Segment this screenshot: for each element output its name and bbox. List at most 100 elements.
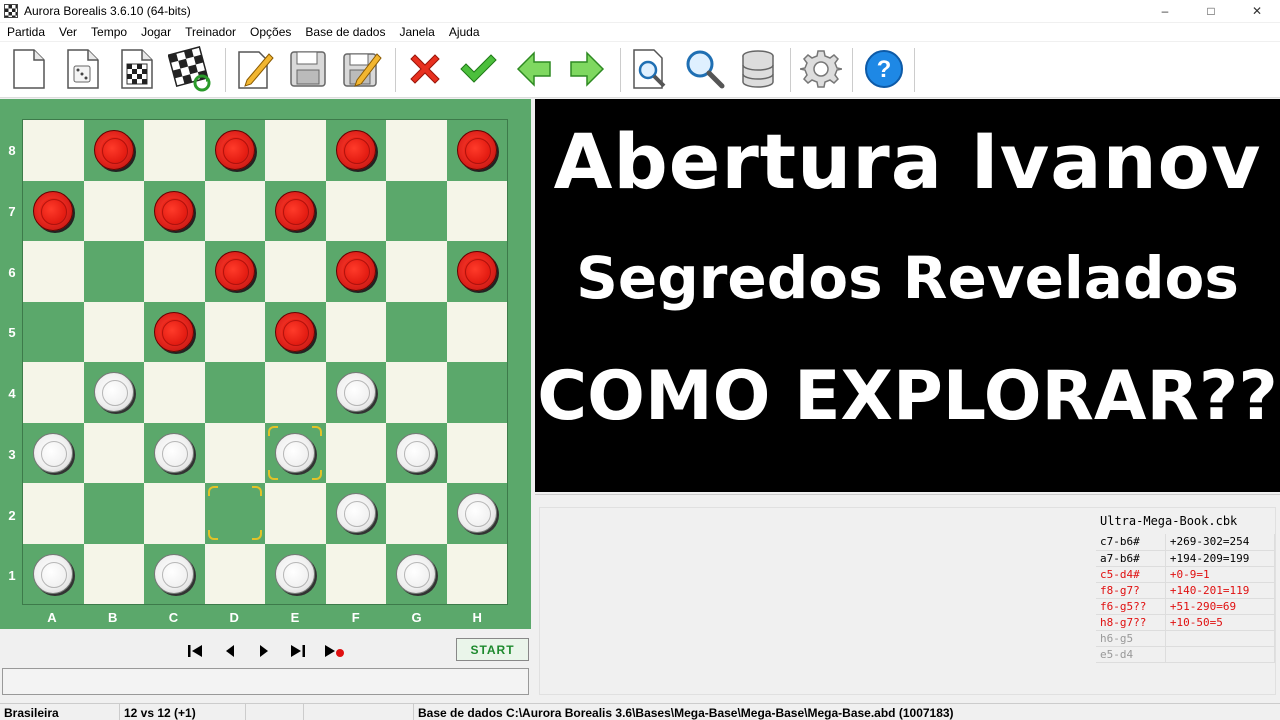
book-row[interactable]: f8-g7? +140-201=119 [1096, 582, 1276, 599]
square-d3[interactable] [204, 422, 265, 483]
book-row[interactable]: h6-g5 [1096, 630, 1276, 647]
red-piece-c7[interactable] [154, 190, 195, 231]
square-c2[interactable] [144, 483, 205, 544]
save-as-button[interactable] [340, 46, 384, 92]
square-h3[interactable] [446, 422, 507, 483]
red-piece-h8[interactable] [456, 130, 497, 171]
square-b8[interactable] [83, 120, 144, 181]
menu-jogar[interactable]: Jogar [134, 25, 178, 39]
white-piece-c1[interactable] [154, 553, 195, 594]
new-document-button[interactable] [6, 46, 50, 92]
square-a4[interactable] [23, 362, 84, 423]
save-button[interactable] [286, 46, 330, 92]
square-d2[interactable] [204, 483, 265, 544]
book-row[interactable]: h8-g7?? +10-50=5 [1096, 614, 1276, 631]
white-piece-a3[interactable] [33, 432, 74, 473]
square-f4[interactable] [325, 362, 386, 423]
square-b2[interactable] [83, 483, 144, 544]
white-piece-b4[interactable] [93, 372, 134, 413]
square-d6[interactable] [204, 241, 265, 302]
square-b5[interactable] [83, 301, 144, 362]
square-f5[interactable] [325, 301, 386, 362]
square-h4[interactable] [446, 362, 507, 423]
red-piece-e7[interactable] [275, 190, 316, 231]
red-piece-a7[interactable] [33, 190, 74, 231]
menu-ajuda[interactable]: Ajuda [442, 25, 487, 39]
square-a5[interactable] [23, 301, 84, 362]
red-piece-f6[interactable] [335, 251, 376, 292]
square-d4[interactable] [204, 362, 265, 423]
square-g6[interactable] [386, 241, 447, 302]
square-g4[interactable] [386, 362, 447, 423]
edit-button[interactable] [233, 46, 277, 92]
square-a3[interactable] [23, 422, 84, 483]
red-piece-c5[interactable] [154, 311, 195, 352]
red-piece-d6[interactable] [214, 251, 255, 292]
comment-field[interactable] [2, 668, 529, 695]
square-c1[interactable] [144, 543, 205, 604]
random-position-button[interactable] [60, 46, 104, 92]
start-button[interactable]: START [456, 638, 529, 661]
square-f1[interactable] [325, 543, 386, 604]
book-row[interactable]: a7-b6# +194-209=199 [1096, 550, 1276, 567]
square-f3[interactable] [325, 422, 386, 483]
square-a7[interactable] [23, 180, 84, 241]
square-d8[interactable] [204, 120, 265, 181]
menu-treinador[interactable]: Treinador [178, 25, 243, 39]
last-move-button[interactable] [287, 640, 309, 662]
square-c6[interactable] [144, 241, 205, 302]
square-g3[interactable] [386, 422, 447, 483]
square-h6[interactable] [446, 241, 507, 302]
square-b4[interactable] [83, 362, 144, 423]
white-piece-h2[interactable] [456, 493, 497, 534]
square-b6[interactable] [83, 241, 144, 302]
square-h2[interactable] [446, 483, 507, 544]
red-piece-b8[interactable] [93, 130, 134, 171]
maximize-button[interactable]: □ [1188, 0, 1234, 22]
square-e8[interactable] [265, 120, 326, 181]
square-d7[interactable] [204, 180, 265, 241]
white-piece-c3[interactable] [154, 432, 195, 473]
book-row[interactable]: e5-d4 [1096, 646, 1276, 663]
square-e4[interactable] [265, 362, 326, 423]
square-h7[interactable] [446, 180, 507, 241]
square-g7[interactable] [386, 180, 447, 241]
book-row[interactable]: f6-g5?? +51-290=69 [1096, 598, 1276, 615]
square-e5[interactable] [265, 301, 326, 362]
menu-opcoes[interactable]: Opções [243, 25, 298, 39]
white-piece-g3[interactable] [396, 432, 437, 473]
square-a2[interactable] [23, 483, 84, 544]
minimize-button[interactable]: – [1142, 0, 1188, 22]
square-a1[interactable] [23, 543, 84, 604]
square-g1[interactable] [386, 543, 447, 604]
help-button[interactable]: ? [862, 46, 906, 92]
square-e6[interactable] [265, 241, 326, 302]
menu-ver[interactable]: Ver [52, 25, 84, 39]
square-e2[interactable] [265, 483, 326, 544]
square-b3[interactable] [83, 422, 144, 483]
close-button[interactable]: ✕ [1234, 0, 1280, 22]
square-d5[interactable] [204, 301, 265, 362]
square-c8[interactable] [144, 120, 205, 181]
red-piece-f8[interactable] [335, 130, 376, 171]
settings-button[interactable] [799, 46, 843, 92]
next-move-button[interactable] [253, 640, 275, 662]
square-c4[interactable] [144, 362, 205, 423]
menu-partida[interactable]: Partida [0, 25, 52, 39]
square-a8[interactable] [23, 120, 84, 181]
square-e7[interactable] [265, 180, 326, 241]
red-piece-d8[interactable] [214, 130, 255, 171]
square-g8[interactable] [386, 120, 447, 181]
auto-play-button[interactable] [323, 640, 345, 662]
square-a6[interactable] [23, 241, 84, 302]
square-b1[interactable] [83, 543, 144, 604]
square-e1[interactable] [265, 543, 326, 604]
square-f7[interactable] [325, 180, 386, 241]
square-h8[interactable] [446, 120, 507, 181]
book-row[interactable]: c5-d4# +0-9=1 [1096, 566, 1276, 583]
red-piece-h6[interactable] [456, 251, 497, 292]
book-row[interactable]: c7-b6# +269-302=254 [1096, 534, 1276, 551]
red-piece-e5[interactable] [275, 311, 316, 352]
white-piece-g1[interactable] [396, 553, 437, 594]
menu-tempo[interactable]: Tempo [84, 25, 134, 39]
